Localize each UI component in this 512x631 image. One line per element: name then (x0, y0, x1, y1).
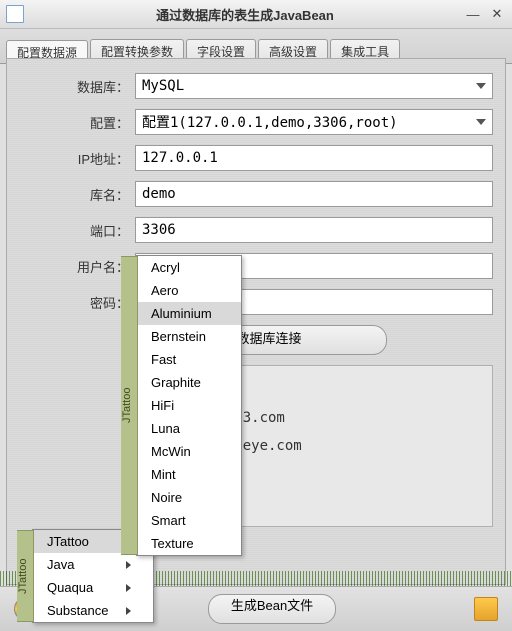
chevron-down-icon (476, 119, 486, 125)
app-icon (6, 5, 24, 23)
submenu-side-label: JTattoo (121, 256, 138, 555)
theme-item-smart[interactable]: Smart (137, 509, 241, 532)
database-value: MySQL (142, 78, 184, 94)
theme-item-bernstein[interactable]: Bernstein (137, 325, 241, 348)
minimize-button[interactable]: — (464, 7, 482, 21)
laf-menu-item-java[interactable]: Java (33, 553, 153, 576)
theme-item-aluminium[interactable]: Aluminium (137, 302, 241, 325)
submenu-caret-icon (126, 584, 131, 592)
laf-menu-item-substance[interactable]: Substance (33, 599, 153, 622)
label-config: 配置： (19, 113, 135, 132)
label-port: 端口： (19, 221, 135, 240)
laf-menu-item-quaqua[interactable]: Quaqua (33, 576, 153, 599)
window-title: 通过数据库的表生成JavaBean (32, 5, 458, 24)
label-dbname: 库名： (19, 185, 135, 204)
jtattoo-submenu[interactable]: JTattoo Acryl Aero Aluminium Bernstein F… (136, 255, 242, 556)
app-window: 通过数据库的表生成JavaBean — ✕ 配置数据源 配置转换参数 字段设置 … (0, 0, 512, 631)
folder-icon[interactable] (474, 597, 498, 621)
theme-item-aero[interactable]: Aero (137, 279, 241, 302)
port-input[interactable] (135, 217, 493, 243)
label-pass: 密码： (19, 293, 135, 312)
content-panel: 数据库： MySQL 配置： 配置1(127.0.0.1,demo,3306,r… (6, 58, 506, 585)
database-combo[interactable]: MySQL (135, 73, 493, 99)
label-ip: IP地址： (19, 149, 135, 168)
theme-item-noire[interactable]: Noire (137, 486, 241, 509)
submenu-caret-icon (126, 607, 131, 615)
theme-item-texture[interactable]: Texture (137, 532, 241, 555)
config-value: 配置1(127.0.0.1,demo,3306,root) (142, 112, 398, 132)
theme-item-luna[interactable]: Luna (137, 417, 241, 440)
theme-item-acryl[interactable]: Acryl (137, 256, 241, 279)
titlebar: 通过数据库的表生成JavaBean — ✕ (0, 0, 512, 29)
chevron-down-icon (476, 83, 486, 89)
theme-item-mint[interactable]: Mint (137, 463, 241, 486)
config-combo[interactable]: 配置1(127.0.0.1,demo,3306,root) (135, 109, 493, 135)
label-user: 用户名： (19, 257, 135, 276)
dbname-input[interactable] (135, 181, 493, 207)
label-database: 数据库： (19, 77, 135, 96)
theme-item-fast[interactable]: Fast (137, 348, 241, 371)
generate-button[interactable]: 生成Bean文件 (208, 594, 336, 624)
close-button[interactable]: ✕ (488, 7, 506, 21)
laf-menu-side-label: JTattoo (17, 530, 34, 622)
theme-item-graphite[interactable]: Graphite (137, 371, 241, 394)
theme-item-mcwin[interactable]: McWin (137, 440, 241, 463)
submenu-caret-icon (126, 561, 131, 569)
theme-item-hifi[interactable]: HiFi (137, 394, 241, 417)
ip-input[interactable] (135, 145, 493, 171)
